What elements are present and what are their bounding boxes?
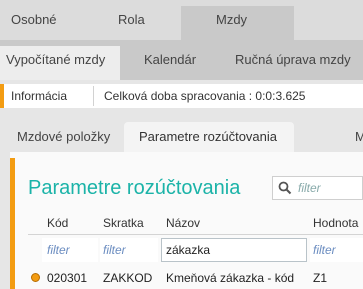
tab-more[interactable]: M — [355, 122, 363, 152]
filter-hodnota-placeholder: filter — [313, 243, 336, 257]
info-divider — [93, 86, 94, 106]
cell-kod[interactable]: 020301 — [47, 270, 87, 286]
tab-mzdy[interactable]: Mzdy — [216, 0, 247, 40]
info-value: Celková doba spracovania : 0:0:3.625 — [104, 89, 306, 103]
info-accent — [0, 84, 4, 108]
cell-skratka[interactable]: ZAKKOD — [103, 270, 152, 286]
search-placeholder: filter — [298, 181, 321, 195]
page-title: Parametre rozúčtovania — [28, 177, 241, 199]
column-header-skratka[interactable]: Skratka — [103, 215, 144, 231]
tab-mzdove-polozky[interactable]: Mzdové položky — [17, 122, 110, 152]
tab-osobne[interactable]: Osobné — [11, 0, 57, 40]
header-divider — [28, 234, 363, 235]
tab-rucna-uprava-mzdy[interactable]: Ručná úprava mzdy — [235, 40, 351, 80]
panel-accent — [10, 158, 15, 289]
tab-kalendar[interactable]: Kalendár — [144, 40, 196, 80]
tab-rola[interactable]: Rola — [118, 0, 145, 40]
filter-kod-placeholder: filter — [47, 243, 70, 257]
filter-skratka-placeholder: filter — [103, 243, 126, 257]
column-header-kod[interactable]: Kód — [47, 215, 68, 231]
info-label: Informácia — [11, 89, 68, 103]
tab-vypocitane-mzdy[interactable]: Vypočítané mzdy — [6, 40, 105, 80]
cell-nazov[interactable]: Kmeňová zákazka - kód — [166, 270, 294, 286]
search-icon — [278, 181, 292, 195]
tab-parametre-rozuctovania[interactable]: Parametre rozúčtovania — [139, 122, 277, 152]
filter-nazov-value: zákazka — [166, 243, 211, 257]
row-status-dot — [31, 273, 40, 282]
column-header-hodnota[interactable]: Hodnota — [313, 215, 358, 231]
column-header-nazov[interactable]: Názov — [166, 215, 200, 231]
cell-hodnota[interactable]: Z1 — [313, 270, 327, 286]
